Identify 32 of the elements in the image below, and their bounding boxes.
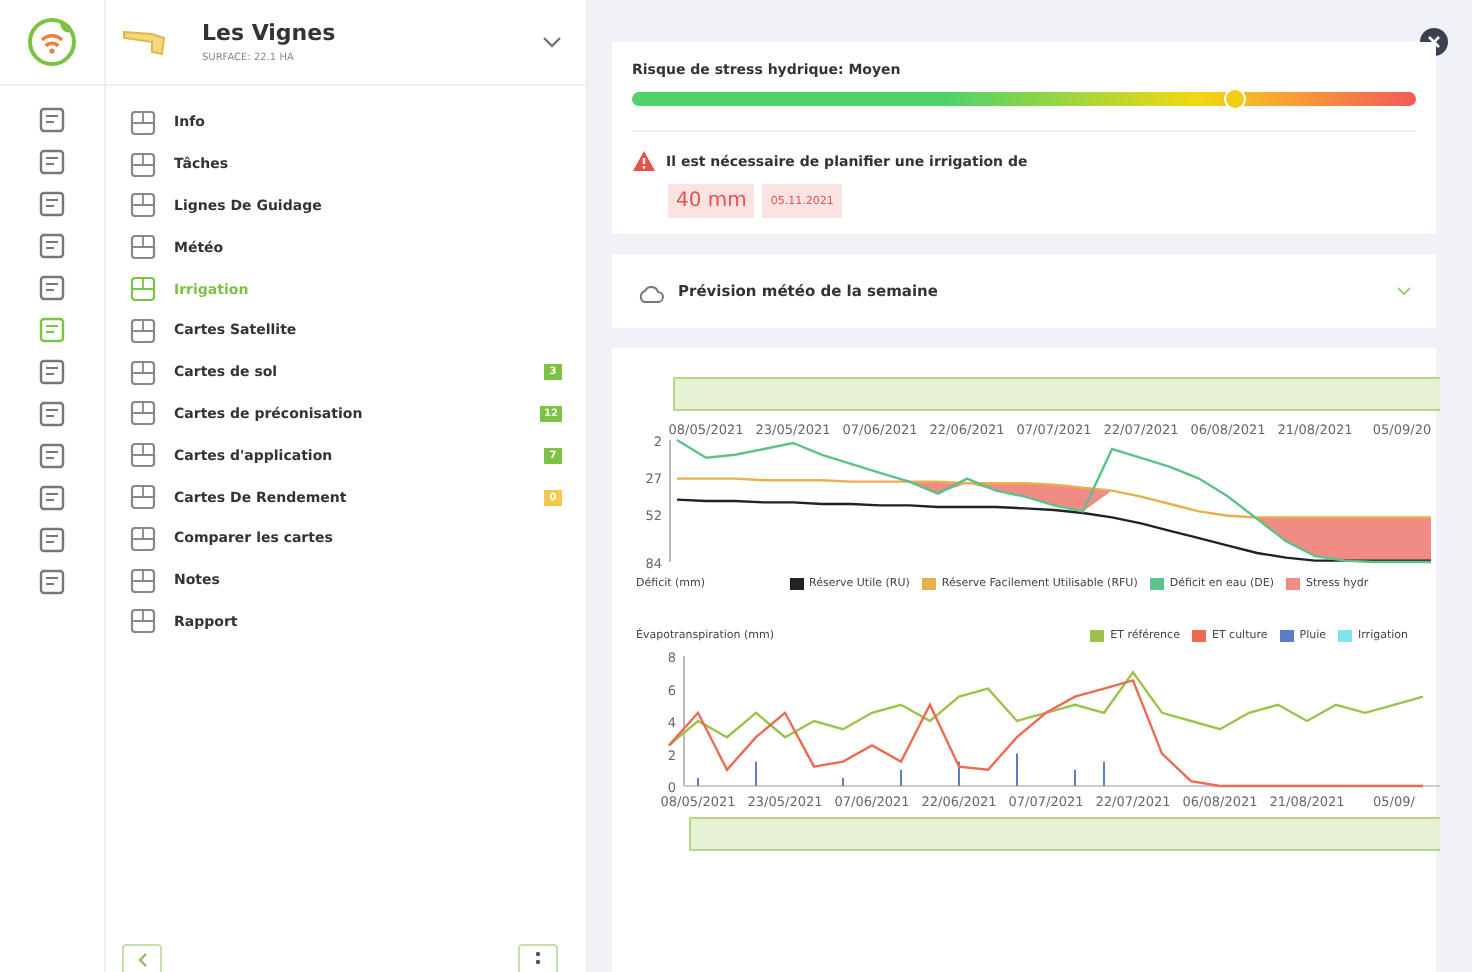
nav-icon[interactable] <box>38 442 66 470</box>
nav-icon[interactable] <box>38 400 66 428</box>
menu-icon <box>130 400 156 427</box>
menu-icon <box>130 109 156 136</box>
menu-icon <box>130 317 156 344</box>
nav-icon[interactable] <box>38 358 66 386</box>
menu-icon <box>130 442 156 469</box>
menu-icon <box>130 276 156 303</box>
more-button[interactable] <box>518 944 558 972</box>
nav-icon[interactable] <box>38 190 66 218</box>
menu-icon <box>130 567 156 594</box>
irrigation-amount: 40 mm <box>668 184 755 218</box>
nav-icon[interactable] <box>38 106 66 134</box>
field-shape-icon <box>122 28 166 56</box>
menu-icon <box>130 151 156 178</box>
field-name: Les Vignes <box>202 20 338 46</box>
nav-icon[interactable] <box>38 526 66 554</box>
nav-icon[interactable] <box>38 274 66 302</box>
nav-icon[interactable] <box>38 148 66 176</box>
warning-icon <box>632 150 656 172</box>
menu-icon <box>130 484 156 511</box>
nav-icon[interactable] <box>38 484 66 512</box>
nav-icon[interactable] <box>38 568 66 596</box>
dots-icon <box>534 949 542 969</box>
chevron-down-icon[interactable] <box>542 36 562 48</box>
menu-icon <box>130 359 156 386</box>
chevron-left-icon <box>136 951 148 967</box>
menu-icon <box>130 608 156 635</box>
menu-icon <box>130 525 156 552</box>
menu-icon <box>130 234 156 261</box>
nav-icon[interactable] <box>38 232 66 260</box>
menu-icon <box>130 192 156 219</box>
